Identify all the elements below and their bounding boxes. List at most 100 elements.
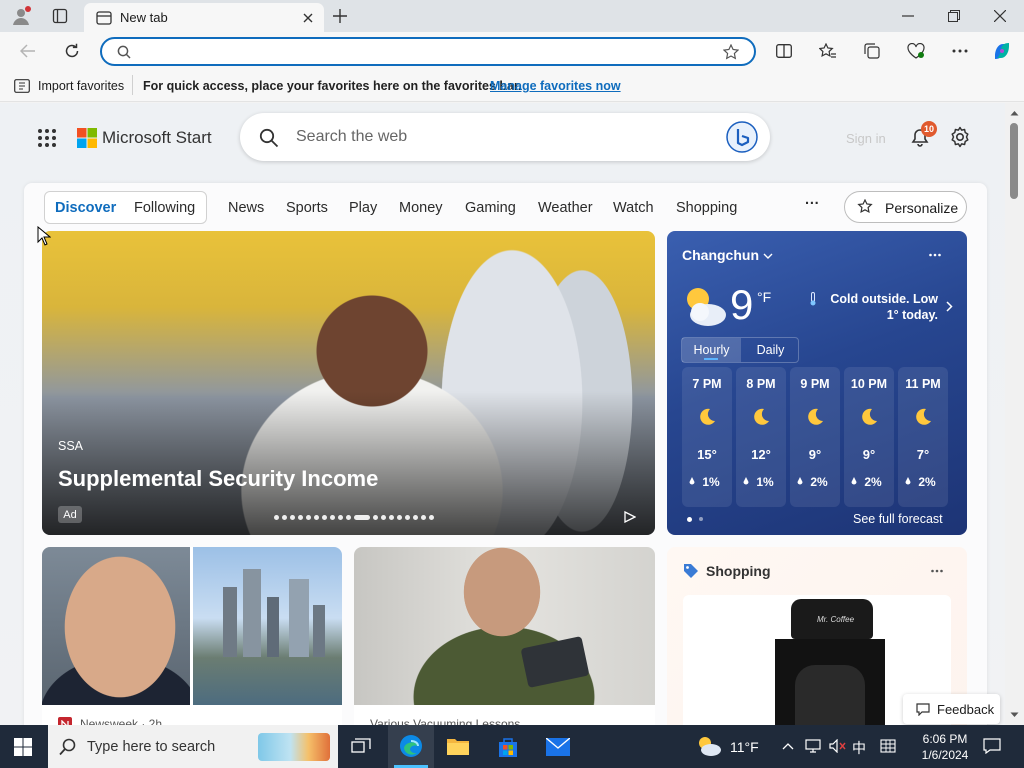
carousel-dot[interactable] — [381, 514, 386, 520]
browser-tab[interactable]: New tab — [84, 3, 324, 32]
bing-chat-icon[interactable] — [726, 121, 758, 153]
nav-shopping[interactable]: Shopping — [676, 200, 737, 216]
close-tab-icon[interactable] — [300, 10, 316, 26]
carousel-dot[interactable] — [421, 514, 426, 520]
task-view-icon[interactable] — [350, 736, 372, 758]
tab-daily[interactable]: Daily — [741, 338, 800, 362]
temp-unit[interactable]: °F — [757, 289, 771, 305]
refresh-icon[interactable] — [62, 41, 82, 61]
carousel-dot[interactable] — [306, 514, 311, 520]
weather-location[interactable]: Changchun — [682, 247, 759, 263]
microsoft-start-logo[interactable]: Microsoft Start — [102, 128, 212, 148]
carousel-indicators[interactable] — [274, 513, 434, 521]
chevron-right-icon[interactable] — [943, 299, 955, 313]
network-icon[interactable] — [804, 737, 822, 755]
adchoices-icon[interactable] — [622, 509, 638, 525]
page-scrollbar[interactable] — [1005, 103, 1024, 725]
scroll-thumb[interactable] — [1010, 123, 1018, 199]
see-full-forecast-link[interactable]: See full forecast — [853, 512, 943, 526]
taskbar-weather-temp[interactable]: 11°F — [730, 739, 759, 755]
web-search-box[interactable]: Search the web — [240, 113, 770, 161]
edge-taskbar-button[interactable] — [388, 725, 434, 768]
volume-muted-icon[interactable] — [828, 737, 848, 755]
carousel-dot[interactable] — [429, 514, 434, 520]
search-highlight-image[interactable] — [258, 733, 330, 761]
back-icon[interactable] — [18, 41, 38, 61]
address-bar[interactable] — [100, 37, 756, 66]
import-favorites-link[interactable]: Import favorites — [38, 79, 124, 93]
restore-button[interactable] — [944, 6, 964, 26]
carousel-dot[interactable] — [397, 514, 402, 520]
hourly-forecast-item[interactable]: 8 PM 12° 1% — [736, 367, 786, 507]
hourly-forecast-item[interactable]: 9 PM 9° 2% — [790, 367, 840, 507]
scroll-down-icon[interactable] — [1009, 711, 1019, 719]
carousel-dot[interactable] — [354, 514, 370, 520]
settings-gear-icon[interactable] — [948, 125, 972, 149]
taskbar-search-input[interactable]: Type here to search — [87, 739, 215, 755]
nav-money[interactable]: Money — [399, 200, 443, 216]
chevron-up-icon[interactable] — [780, 739, 796, 753]
notification-center-icon[interactable] — [982, 737, 1002, 755]
weather-more-icon[interactable] — [927, 247, 943, 263]
app-launcher-icon[interactable] — [36, 127, 58, 149]
carousel-dot[interactable] — [330, 514, 335, 520]
feedback-button[interactable]: Feedback — [903, 694, 1000, 724]
hero-headline[interactable]: Supplemental Security Income — [58, 466, 378, 492]
nav-play[interactable]: Play — [349, 200, 377, 216]
browser-essentials-icon[interactable] — [906, 41, 926, 61]
weather-page-dot[interactable] — [687, 517, 692, 522]
shopping-title[interactable]: Shopping — [706, 563, 771, 579]
nav-weather[interactable]: Weather — [538, 200, 593, 216]
more-menu-icon[interactable] — [950, 41, 970, 61]
windows-start-icon[interactable] — [12, 736, 34, 758]
nav-more-button[interactable]: ··· — [805, 196, 820, 212]
scroll-up-icon[interactable] — [1009, 109, 1019, 117]
carousel-dot[interactable] — [413, 514, 418, 520]
collections-icon[interactable] — [862, 41, 882, 61]
carousel-dot[interactable] — [322, 514, 327, 520]
hourly-forecast-item[interactable]: 10 PM 9° 2% — [844, 367, 894, 507]
news-card[interactable]: Newsweek · 2h — [42, 547, 342, 725]
favorite-star-icon[interactable] — [722, 43, 740, 61]
microsoft-store-icon[interactable] — [496, 735, 520, 759]
close-window-button[interactable] — [990, 6, 1010, 26]
news-card[interactable]: Various Vacuuming Lessons — [354, 547, 655, 725]
carousel-dot[interactable] — [389, 514, 394, 520]
nav-gaming[interactable]: Gaming — [465, 200, 516, 216]
minimize-button[interactable] — [898, 6, 918, 26]
weather-page-dot[interactable] — [699, 517, 703, 521]
copilot-icon[interactable] — [990, 39, 1014, 63]
hourly-forecast-item[interactable]: 7 PM 15° 1% — [682, 367, 732, 507]
tab-discover[interactable]: Discover — [55, 200, 116, 216]
nav-sports[interactable]: Sports — [286, 200, 328, 216]
sign-in-button[interactable]: Sign in — [846, 131, 886, 146]
carousel-dot[interactable] — [274, 514, 279, 520]
hourly-forecast-item[interactable]: 11 PM 7° 2% — [898, 367, 948, 507]
manage-favorites-link[interactable]: Manage favorites now — [490, 79, 621, 93]
carousel-dot[interactable] — [290, 514, 295, 520]
taskbar-clock[interactable]: 6:06 PM 1/6/2024 — [914, 731, 976, 763]
new-tab-button[interactable] — [330, 6, 350, 26]
mail-icon[interactable] — [545, 736, 571, 758]
weather-taskbar-icon[interactable] — [695, 734, 723, 758]
web-search-input[interactable]: Search the web — [296, 128, 407, 146]
chevron-down-icon[interactable] — [761, 249, 775, 263]
nav-news[interactable]: News — [228, 200, 264, 216]
profile-icon[interactable] — [10, 5, 32, 27]
ime-indicator[interactable]: 中 — [852, 738, 866, 758]
taskbar-search-box[interactable]: Type here to search — [48, 725, 338, 768]
carousel-dot[interactable] — [298, 514, 303, 520]
hero-carousel[interactable]: SSA Supplemental Security Income Ad — [42, 231, 655, 535]
carousel-dot[interactable] — [346, 514, 351, 520]
carousel-dot[interactable] — [405, 514, 410, 520]
carousel-dot[interactable] — [314, 514, 319, 520]
file-explorer-icon[interactable] — [446, 735, 470, 757]
tab-actions-icon[interactable] — [50, 6, 70, 26]
split-screen-icon[interactable] — [774, 41, 794, 61]
carousel-dot[interactable] — [373, 514, 378, 520]
shopping-more-icon[interactable] — [929, 564, 945, 578]
nav-watch[interactable]: Watch — [613, 200, 654, 216]
weather-card[interactable]: Changchun 9 °F Cold outside. Low 1° toda… — [667, 231, 967, 535]
tab-following[interactable]: Following — [134, 200, 195, 216]
favorites-icon[interactable] — [818, 41, 838, 61]
